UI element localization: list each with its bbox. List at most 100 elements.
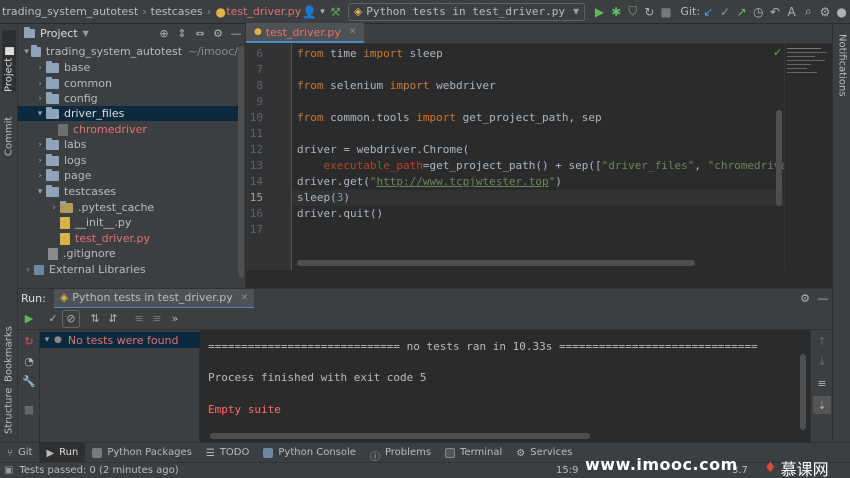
debug-icon[interactable]: ✱ bbox=[608, 3, 625, 21]
tree-item[interactable]: › config bbox=[18, 91, 238, 106]
tool-tab-todo[interactable]: ☰ TODO bbox=[199, 443, 257, 463]
settings-gear-icon[interactable]: ⚙ bbox=[817, 3, 834, 21]
tree-item[interactable]: chromedriver bbox=[18, 122, 238, 137]
rerun-icon[interactable]: ▶ bbox=[20, 310, 38, 328]
tool-tab-run[interactable]: ▶ Run bbox=[39, 442, 86, 463]
tree-root[interactable]: ▾ trading_system_autotest ~/imooc/ bbox=[18, 44, 238, 59]
plugin-icon[interactable]: ● bbox=[833, 3, 850, 21]
editor-minimap[interactable]: ✓ bbox=[773, 44, 832, 270]
hammer-icon[interactable]: ⚒ bbox=[327, 3, 344, 21]
console-vertical-scrollbar[interactable] bbox=[800, 354, 806, 430]
run-icon[interactable]: ▶ bbox=[591, 3, 608, 21]
rerun-failed-icon[interactable]: ↻ bbox=[20, 332, 38, 350]
tree-item[interactable]: › labs bbox=[18, 137, 238, 152]
tool-tab-python-console[interactable]: Python Console bbox=[256, 443, 363, 463]
expand-all-icon[interactable]: ⇕ bbox=[173, 24, 191, 42]
tool-tab-python-packages[interactable]: Python Packages bbox=[85, 443, 199, 463]
tree-item[interactable]: › .pytest_cache bbox=[18, 200, 238, 215]
chevron-right-icon[interactable]: › bbox=[34, 94, 46, 104]
chevron-down-icon[interactable]: ▾ bbox=[34, 109, 46, 119]
collapse-all-icon[interactable]: ⇔ bbox=[191, 24, 209, 42]
user-icon[interactable]: 👤 bbox=[301, 3, 318, 21]
tree-item[interactable]: › logs bbox=[18, 153, 238, 168]
chevron-down-icon[interactable]: ▾ bbox=[22, 47, 31, 57]
back-arrow-icon[interactable]: ▾ bbox=[318, 3, 327, 21]
run-tab[interactable]: ◈ Python tests in test_driver.py ✕ bbox=[53, 288, 255, 309]
tree-item[interactable]: test_driver.py bbox=[18, 231, 238, 246]
collapse-all-icon[interactable]: ≡ bbox=[148, 310, 166, 328]
tree-item[interactable]: › page bbox=[18, 168, 238, 183]
history-icon[interactable]: ◷ bbox=[750, 3, 767, 21]
locate-file-icon[interactable]: ⊕ bbox=[155, 24, 173, 42]
rollback-icon[interactable]: ↶ bbox=[767, 3, 784, 21]
tool-tab-commit[interactable]: Commit bbox=[2, 100, 16, 156]
caret-position[interactable]: 15:9 bbox=[556, 465, 578, 476]
run-configuration-select[interactable]: ◈ Python tests in test_driver.py ▼ bbox=[347, 2, 586, 21]
tool-tab-git[interactable]: ⑂ Git bbox=[0, 443, 39, 463]
chevron-down-icon[interactable]: ▼ bbox=[83, 29, 89, 38]
git-push-icon[interactable]: ↗ bbox=[733, 3, 750, 21]
breadcrumb-file[interactable]: test_driver.py bbox=[226, 5, 301, 18]
up-arrow-icon[interactable]: ↑ bbox=[813, 332, 831, 350]
tool-tab-bookmarks[interactable]: Bookmarks bbox=[2, 320, 16, 382]
status-message[interactable]: Tests passed: 0 (2 minutes ago) bbox=[19, 465, 178, 476]
breadcrumb-project[interactable]: trading_system_autotest bbox=[2, 5, 138, 18]
translate-icon[interactable]: A bbox=[783, 3, 800, 21]
down-arrow-icon[interactable]: ↓ bbox=[813, 352, 831, 370]
wrench-icon[interactable]: 🔧 bbox=[20, 372, 38, 390]
tool-tab-problems[interactable]: ⓘ Problems bbox=[363, 443, 438, 463]
status-icon[interactable]: ▣ bbox=[4, 465, 13, 476]
stop-icon[interactable]: ■ bbox=[20, 400, 38, 418]
close-icon[interactable]: ✕ bbox=[241, 293, 249, 303]
editor-vertical-scrollbar[interactable] bbox=[776, 110, 782, 206]
tree-item[interactable]: › External Libraries bbox=[18, 262, 238, 277]
editor-tab-test-driver[interactable]: ● test_driver.py ✕ bbox=[246, 23, 365, 43]
hide-icon[interactable]: — bbox=[227, 24, 245, 42]
show-passed-icon[interactable]: ✓ bbox=[44, 310, 62, 328]
chevron-down-icon[interactable]: ▾ bbox=[40, 335, 54, 345]
console-horizontal-scrollbar[interactable] bbox=[210, 433, 590, 439]
tool-tab-notifications[interactable]: Notifications bbox=[835, 34, 849, 118]
expand-all-icon[interactable]: ≡ bbox=[130, 310, 148, 328]
git-update-icon[interactable]: ↙ bbox=[700, 3, 717, 21]
soft-wrap-icon[interactable]: ≡ bbox=[813, 374, 831, 392]
show-ignored-icon[interactable]: ⊘ bbox=[62, 309, 80, 328]
tree-item[interactable]: .gitignore bbox=[18, 246, 238, 261]
tool-tab-structure[interactable]: Structure bbox=[2, 374, 16, 434]
tree-item[interactable]: › common bbox=[18, 76, 238, 91]
stop-icon[interactable]: ■ bbox=[658, 3, 675, 21]
chevron-right-icon[interactable]: › bbox=[48, 203, 60, 213]
breadcrumb-folder[interactable]: testcases bbox=[151, 5, 203, 18]
coverage-icon[interactable]: ⛉ bbox=[624, 3, 641, 21]
tree-item-selected[interactable]: ▾ driver_files bbox=[18, 106, 238, 121]
chevron-right-icon[interactable]: › bbox=[34, 171, 46, 181]
tool-tab-services[interactable]: ⚙ Services bbox=[509, 443, 579, 463]
chevron-right-icon[interactable]: › bbox=[34, 63, 46, 73]
code-editor[interactable]: from time import sleep from selenium imp… bbox=[292, 44, 784, 270]
settings-gear-icon[interactable]: ⚙ bbox=[209, 24, 227, 42]
chevron-down-icon[interactable]: ▾ bbox=[34, 187, 46, 197]
more-icon[interactable]: » bbox=[166, 310, 184, 328]
tree-item[interactable]: › base bbox=[18, 60, 238, 75]
tool-tab-terminal[interactable]: Terminal bbox=[438, 443, 509, 463]
run-console[interactable]: ============================= no tests r… bbox=[200, 330, 810, 442]
git-commit-icon[interactable]: ✓ bbox=[717, 3, 734, 21]
test-result-item[interactable]: ▾ ● No tests were found bbox=[40, 332, 200, 348]
search-icon[interactable]: ⌕ bbox=[800, 3, 817, 21]
chevron-right-icon[interactable]: › bbox=[34, 140, 46, 150]
tree-item[interactable]: ▾ testcases bbox=[18, 184, 238, 199]
editor-horizontal-scrollbar[interactable] bbox=[297, 260, 695, 266]
settings-gear-icon[interactable]: ⚙ bbox=[796, 290, 814, 308]
profile-icon[interactable]: ↻ bbox=[641, 3, 658, 21]
tool-tab-project[interactable]: Project ▆ bbox=[2, 30, 16, 92]
toggle-auto-test-icon[interactable]: ◔ bbox=[20, 352, 38, 370]
hide-icon[interactable]: — bbox=[814, 290, 832, 308]
project-panel-title[interactable]: Project bbox=[40, 27, 78, 40]
sort-by-duration-icon[interactable]: ⇵ bbox=[104, 310, 122, 328]
scroll-to-end-icon[interactable]: ⇣ bbox=[813, 396, 831, 414]
close-icon[interactable]: ✕ bbox=[349, 27, 357, 37]
chevron-right-icon[interactable]: › bbox=[22, 265, 34, 275]
sort-alphabetically-icon[interactable]: ⇅ bbox=[86, 310, 104, 328]
chevron-right-icon[interactable]: › bbox=[34, 79, 46, 89]
chevron-right-icon[interactable]: › bbox=[34, 156, 46, 166]
